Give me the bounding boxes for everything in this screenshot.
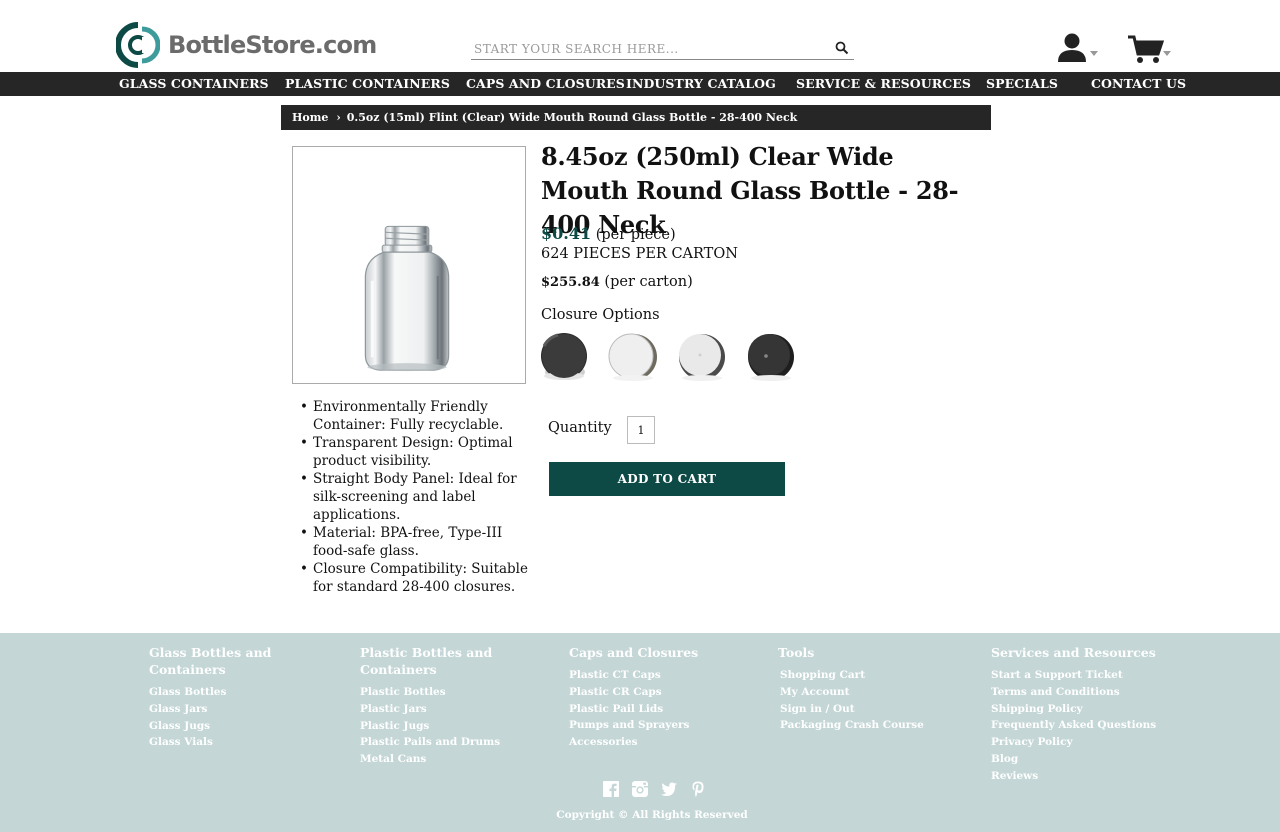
footer-link[interactable]: Privacy Policy: [991, 734, 1191, 751]
feature-item: Environmentally Friendly Container: Full…: [300, 398, 532, 434]
pieces-per-carton: 624 PIECES PER CARTON: [541, 246, 738, 262]
white-ribbed-cap-icon[interactable]: [678, 332, 728, 384]
footer-heading: Services and Resources: [991, 645, 1156, 660]
carton-price-unit: (per carton): [604, 274, 693, 290]
search-bar: [471, 38, 854, 60]
nav-industry-catalog[interactable]: INDUSTRY CATALOG: [626, 72, 776, 96]
quantity-input[interactable]: [627, 416, 655, 444]
nav-caps-and-closures[interactable]: CAPS AND CLOSURES: [466, 72, 625, 96]
footer-heading: Caps and Closures: [569, 645, 699, 660]
nav-plastic-containers[interactable]: PLASTIC CONTAINERS: [285, 72, 450, 96]
feature-item: Straight Body Panel: Ideal for silk-scre…: [300, 470, 532, 524]
site-header: BottleStore.com: [0, 0, 1280, 72]
search-icon[interactable]: [834, 40, 850, 56]
breadcrumb-home[interactable]: Home: [292, 111, 328, 124]
cart-icon[interactable]: [1126, 34, 1174, 66]
footer-link[interactable]: Plastic CR Caps: [569, 684, 749, 701]
footer-heading: Plastic Bottles and Containers: [360, 645, 493, 677]
price-value: $0.41: [541, 224, 592, 243]
footer-link[interactable]: Terms and Conditions: [991, 684, 1191, 701]
search-input[interactable]: [471, 41, 811, 56]
white-smooth-cap-icon[interactable]: [608, 332, 658, 384]
add-to-cart-button[interactable]: ADD TO CART: [549, 462, 785, 496]
closure-options-label: Closure Options: [541, 307, 660, 323]
footer-link[interactable]: Shipping Policy: [991, 701, 1191, 718]
footer-link[interactable]: Plastic Jars: [360, 701, 510, 718]
footer-link[interactable]: Plastic Jugs: [360, 718, 510, 735]
nav-contact-us[interactable]: CONTACT US: [1091, 72, 1186, 96]
footer-column-glass: Glass Bottles and Containers Glass Bottl…: [149, 644, 339, 751]
twitter-icon[interactable]: [660, 780, 678, 798]
black-ribbed-cap-icon[interactable]: [540, 332, 590, 384]
site-logo[interactable]: BottleStore.com: [116, 20, 377, 70]
copyright-text: Copyright © All Rights Reserved: [556, 809, 748, 821]
footer-link[interactable]: Frequently Asked Questions: [991, 717, 1191, 734]
glass-bottle-image: [364, 225, 450, 372]
footer-link[interactable]: Plastic Pails and Drums: [360, 734, 510, 751]
site-footer: Glass Bottles and Containers Glass Bottl…: [0, 633, 1280, 832]
footer-link[interactable]: Sign in / Out: [778, 701, 968, 718]
footer-heading: Tools: [778, 645, 815, 660]
logo-text: BottleStore.com: [168, 31, 377, 59]
footer-link[interactable]: Pumps and Sprayers: [569, 717, 749, 734]
price-unit: (per piece): [595, 227, 676, 243]
carton-price-value: $255.84: [541, 275, 600, 290]
feature-item: Closure Compatibility: Suitable for stan…: [300, 560, 532, 596]
footer-link[interactable]: Plastic Bottles: [360, 684, 510, 701]
footer-link[interactable]: Reviews: [991, 768, 1191, 785]
breadcrumb: Home › 0.5oz (15ml) Flint (Clear) Wide M…: [281, 105, 991, 130]
main-nav: GLASS CONTAINERS PLASTIC CONTAINERS CAPS…: [0, 72, 1280, 96]
footer-link[interactable]: Glass Jugs: [149, 718, 339, 735]
footer-link[interactable]: My Account: [778, 684, 968, 701]
pinterest-icon[interactable]: [689, 780, 707, 798]
nav-glass-containers[interactable]: GLASS CONTAINERS: [119, 72, 269, 96]
feature-list: Environmentally Friendly Container: Full…: [300, 398, 532, 596]
footer-link[interactable]: Plastic CT Caps: [569, 667, 749, 684]
footer-column-tools: Tools Shopping Cart My Account Sign in /…: [778, 644, 968, 734]
logo-mark-icon: [116, 21, 160, 69]
feature-item: Material: BPA-free, Type-III food-safe g…: [300, 524, 532, 560]
footer-link[interactable]: Plastic Pail Lids: [569, 701, 749, 718]
breadcrumb-separator: ›: [336, 111, 341, 124]
footer-link[interactable]: Glass Vials: [149, 734, 339, 751]
footer-link[interactable]: Packaging Crash Course: [778, 717, 968, 734]
footer-link[interactable]: Glass Bottles: [149, 684, 339, 701]
footer-link[interactable]: Metal Cans: [360, 751, 510, 768]
quantity-label: Quantity: [548, 420, 612, 436]
facebook-icon[interactable]: [602, 780, 620, 798]
feature-item: Transparent Design: Optimal product visi…: [300, 434, 532, 470]
footer-link[interactable]: Shopping Cart: [778, 667, 968, 684]
product-image[interactable]: [292, 146, 526, 384]
account-icon[interactable]: [1056, 32, 1100, 64]
footer-column-services: Services and Resources Start a Support T…: [991, 644, 1191, 785]
footer-heading: Glass Bottles and Containers: [149, 645, 272, 677]
footer-link[interactable]: Blog: [991, 751, 1191, 768]
unit-price: $0.41 (per piece): [541, 224, 676, 243]
footer-column-plastic: Plastic Bottles and Containers Plastic B…: [360, 644, 510, 768]
black-ribbed-cap-icon[interactable]: [746, 332, 796, 384]
footer-column-caps: Caps and Closures Plastic CT Caps Plasti…: [569, 644, 749, 751]
footer-link[interactable]: Glass Jars: [149, 701, 339, 718]
instagram-icon[interactable]: [631, 780, 649, 798]
nav-specials[interactable]: SPECIALS: [986, 72, 1058, 96]
footer-link[interactable]: Accessories: [569, 734, 749, 751]
carton-price: $255.84 (per carton): [541, 274, 693, 290]
footer-link[interactable]: Start a Support Ticket: [991, 667, 1191, 684]
social-links: [602, 780, 707, 798]
breadcrumb-current: 0.5oz (15ml) Flint (Clear) Wide Mouth Ro…: [346, 111, 798, 124]
nav-service-resources[interactable]: SERVICE & RESOURCES: [796, 72, 971, 96]
